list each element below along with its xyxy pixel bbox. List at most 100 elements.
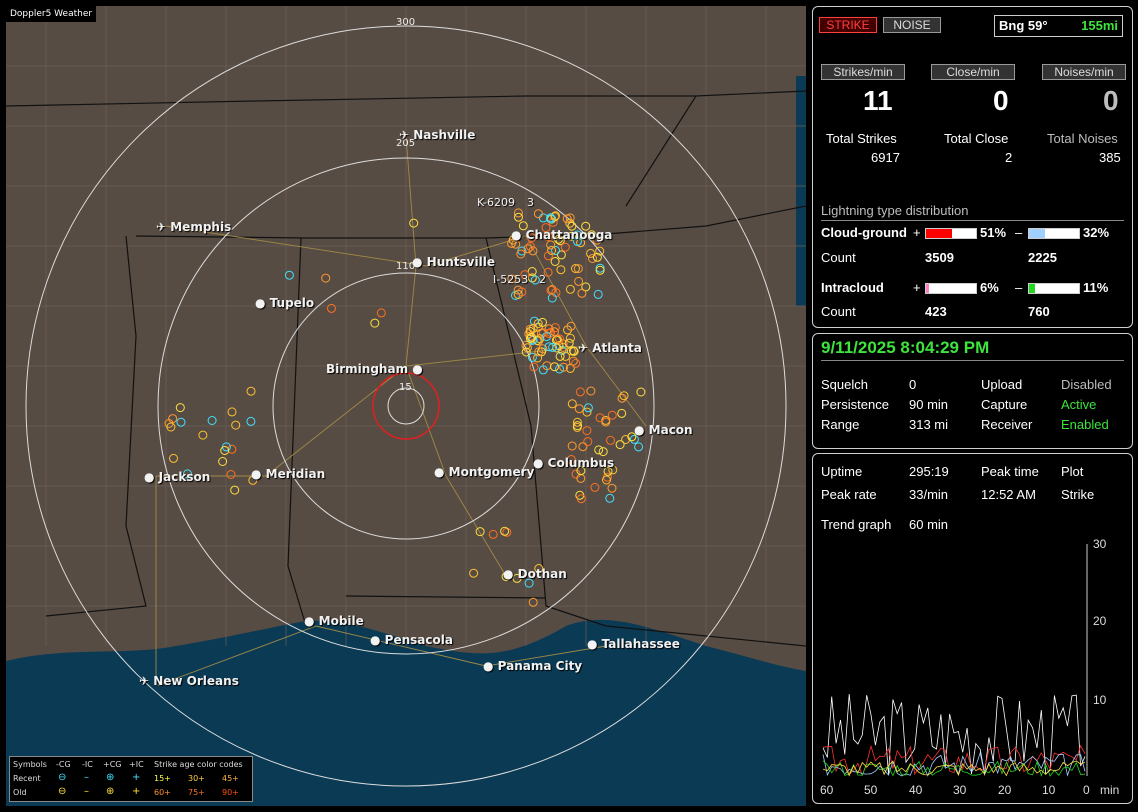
strike-mode-button[interactable]: STRIKE <box>819 17 877 33</box>
strike-symbol <box>590 482 600 492</box>
city-new-orleans: ✈ New Orleans <box>139 674 239 688</box>
strike-symbol <box>546 240 556 250</box>
legend-old-cg-minus-icon: ⊖ <box>58 786 67 797</box>
strike-symbol <box>475 527 485 537</box>
y-tick-10: 10 <box>1093 693 1107 707</box>
receiver-value: Enabled <box>1061 417 1109 432</box>
legend-age-30: 30+ <box>188 774 205 783</box>
close-per-min-label: Close/min <box>931 64 1015 80</box>
current-datetime: 9/11/2025 8:04:29 PM <box>821 338 990 357</box>
city-memphis: ✈ Memphis <box>156 220 232 234</box>
ic-plus-percent: 6% <box>980 280 999 295</box>
x-tick-60: 60 <box>820 783 834 797</box>
strike-symbol <box>550 257 560 266</box>
total-close-value: 2 <box>1005 150 1013 165</box>
persistence-label: Persistence <box>821 397 889 412</box>
legend-cg-minus: -CG <box>56 760 71 769</box>
strike-symbol <box>598 447 608 457</box>
strike-symbol <box>528 597 538 607</box>
strike-symbol <box>564 338 574 348</box>
legend-age-title: Strike age color codes <box>154 760 243 769</box>
uptime-label: Uptime <box>821 464 863 479</box>
close-per-min-value: 0 <box>993 85 1009 116</box>
x-tick-30: 30 <box>953 783 967 797</box>
map-canvas <box>6 6 806 806</box>
city-montgomery: ● Montgomery <box>434 465 535 479</box>
legend-cg-plus: +CG <box>103 760 122 769</box>
range-label-300: 300 <box>396 17 416 28</box>
trend-graph-span: 60 min <box>909 517 949 532</box>
strike-symbol <box>207 416 217 425</box>
trend-series <box>822 694 1086 777</box>
legend-old-ic-plus-icon: + <box>132 786 141 797</box>
x-tick-10: 10 <box>1042 783 1056 797</box>
strike-symbol <box>567 441 577 451</box>
strike-symbol <box>175 403 185 413</box>
plot-label: Plot <box>1061 464 1084 479</box>
legend-age-15: 15+ <box>154 774 171 783</box>
app-badge: Doppler5 Weather <box>6 6 97 22</box>
status-panel: 9/11/2025 8:04:29 PM Squelch 0 Upload Di… <box>812 333 1133 449</box>
strike-symbol <box>576 473 586 483</box>
cg-count-label: Count <box>821 250 856 265</box>
capture-value: Active <box>1061 397 1097 412</box>
noises-per-min-label: Noises/min <box>1042 64 1126 80</box>
total-strikes-label: Total Strikes <box>826 131 897 146</box>
strike-symbol <box>605 493 615 503</box>
city-birmingham: Birmingham ● <box>326 362 423 376</box>
strike-symbol <box>246 386 256 396</box>
ic-minus-percent: 11% <box>1083 280 1109 295</box>
legend-recent-cg-plus-icon: ⊕ <box>106 772 115 783</box>
strike-symbol <box>636 387 646 397</box>
strikes-per-min-value: 11 <box>863 85 893 116</box>
legend-old-ic-minus-icon: – <box>84 786 89 797</box>
cg-plus-sign: + <box>913 225 921 240</box>
strike-symbol <box>565 284 575 294</box>
city-huntsville: ● Huntsville <box>412 255 495 269</box>
bearing-value: Bng 59° <box>999 18 1048 33</box>
legend-symbols-label: Symbols <box>13 760 47 769</box>
ic-minus-sign: – <box>1015 280 1023 295</box>
city-columbus: ● Columbus <box>533 456 615 470</box>
y-tick-30: 30 <box>1093 537 1107 551</box>
strike-symbol <box>533 209 543 219</box>
legend-recent-label: Recent <box>13 774 41 783</box>
capture-label: Capture <box>981 397 1028 412</box>
strike-symbol <box>586 386 596 396</box>
strike-symbol <box>560 242 570 252</box>
cg-plus-bar <box>925 228 977 239</box>
legend-recent-cg-minus-icon: ⊖ <box>58 772 67 783</box>
city-chattanooga: ● Chattanooga <box>511 228 613 242</box>
strike-symbol <box>488 529 498 539</box>
lightning-map[interactable]: Doppler5 Weather 300 205 110 15 ✈ Nashvi… <box>6 6 806 806</box>
strike-symbol <box>176 417 186 427</box>
uptime-value: 295:19 <box>909 464 949 479</box>
marker-k6209-count: 3 <box>527 196 534 209</box>
squelch-label: Squelch <box>821 377 868 392</box>
strike-symbol <box>565 333 575 343</box>
strike-symbol <box>617 408 627 418</box>
upload-label: Upload <box>981 377 1023 392</box>
strike-symbol <box>607 483 617 493</box>
persistence-value: 90 min <box>909 397 949 412</box>
strike-symbol <box>469 568 479 578</box>
city-nashville: ✈ Nashville <box>399 128 476 142</box>
legend-ic-minus: -IC <box>82 760 93 769</box>
strike-symbol <box>226 470 236 479</box>
total-noises-label: Total Noises <box>1047 131 1118 146</box>
noise-mode-button[interactable]: NOISE <box>883 17 941 33</box>
legend-ic-plus: +IC <box>129 760 144 769</box>
city-jackson: ● Jackson <box>144 470 211 484</box>
trend-graph: 30 20 10 60 50 40 30 20 10 0 min <box>820 537 1119 797</box>
strike-symbol <box>198 430 208 440</box>
peak-time-value: 12:52 AM <box>981 487 1036 502</box>
receiver-label: Receiver <box>981 417 1033 432</box>
cg-plus-count: 3509 <box>925 250 954 265</box>
ic-minus-bar <box>1028 283 1080 294</box>
intracloud-label: Intracloud <box>821 280 884 295</box>
strike-symbol <box>606 435 615 445</box>
strike-symbol <box>516 249 526 259</box>
symbol-legend: Symbols -CG -IC +CG +IC Strike age color… <box>9 756 253 802</box>
ic-minus-count: 760 <box>1028 304 1050 319</box>
status-divider <box>821 360 1124 361</box>
